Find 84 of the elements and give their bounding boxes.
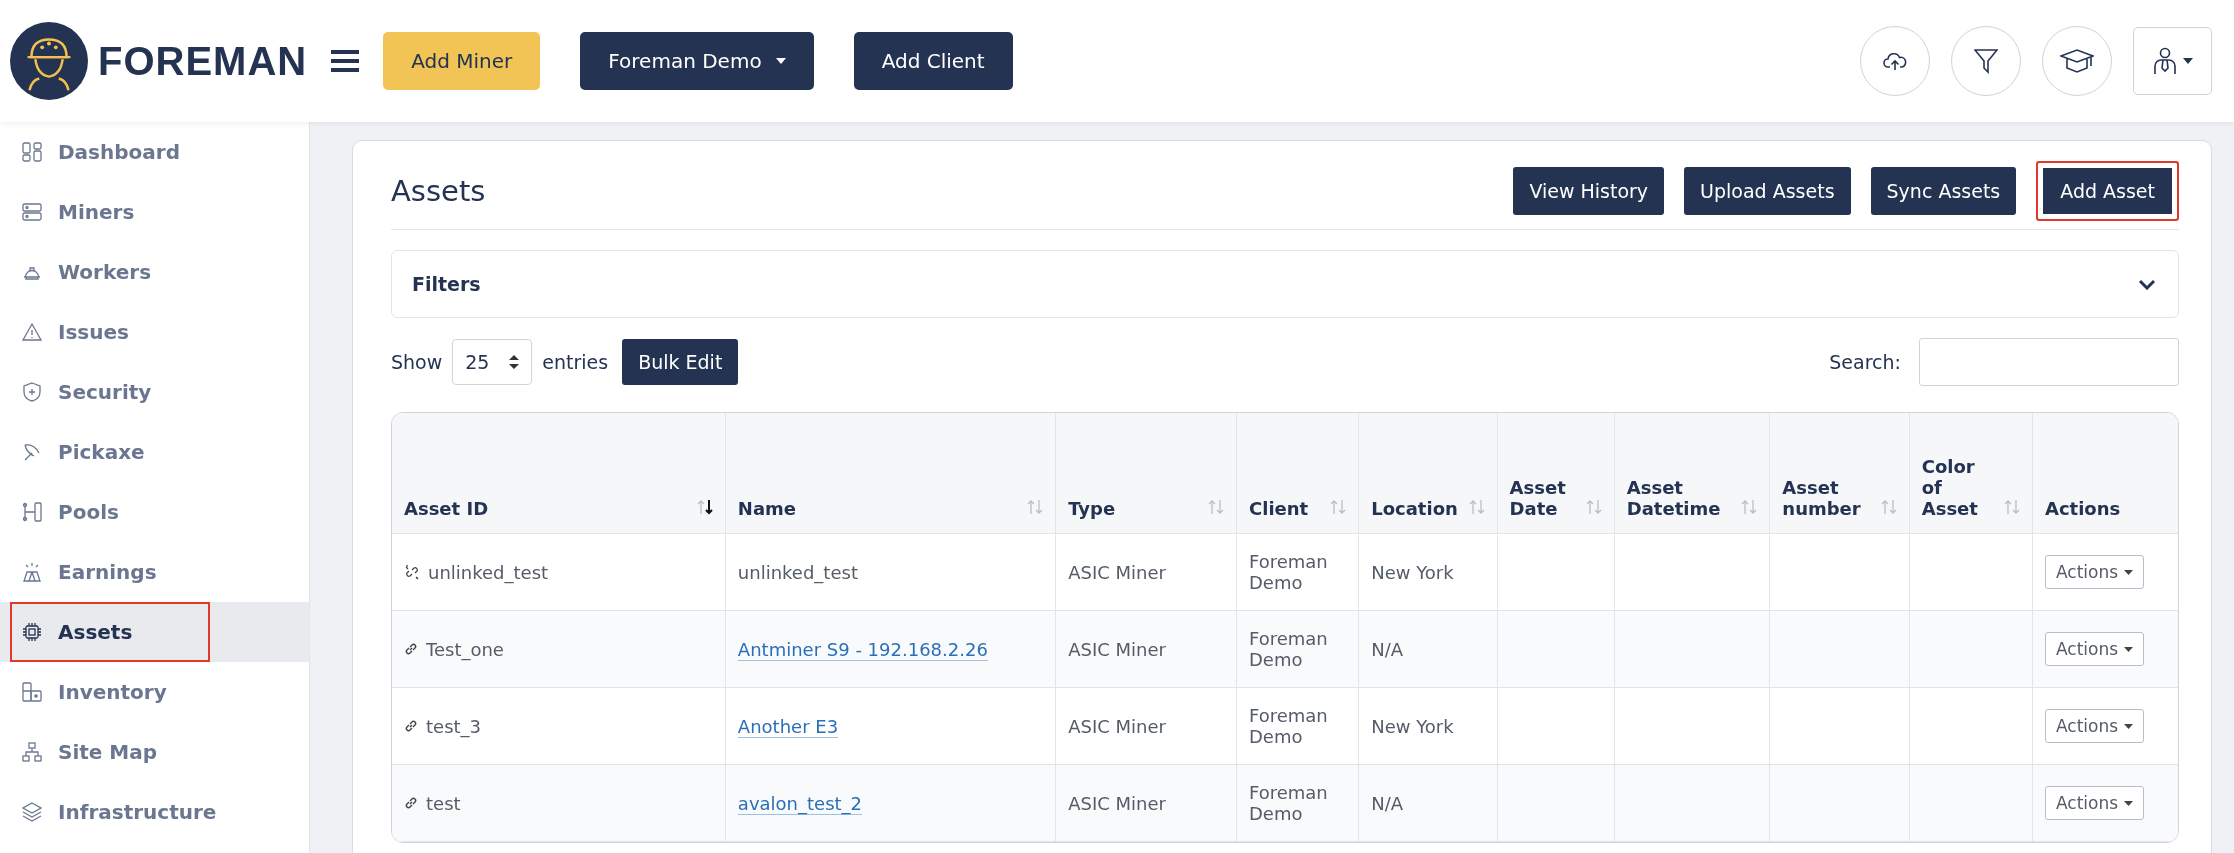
bulk-edit-button[interactable]: Bulk Edit: [622, 339, 739, 385]
actions-dropdown[interactable]: Actions: [2044, 709, 2145, 743]
column-header[interactable]: Name: [737, 498, 797, 519]
sidebar-item[interactable]: Workers: [0, 242, 309, 302]
chevron-icon: [2138, 278, 2156, 290]
table-cell: N/A: [1371, 638, 1404, 660]
actions-dropdown[interactable]: Actions: [2044, 786, 2145, 820]
filters-panel[interactable]: Filters: [391, 250, 2179, 318]
sidebar-item[interactable]: Dashboard: [0, 122, 309, 182]
table-cell: test: [426, 792, 461, 814]
brand-name: FOREMAN: [98, 38, 308, 84]
search-field[interactable]: [1919, 338, 2179, 386]
table-cell: unlinked_test: [737, 561, 858, 583]
table-cell: test_3: [426, 715, 482, 737]
layers-icon: [22, 802, 42, 822]
table-cell: ASIC Miner: [1068, 638, 1166, 660]
table-cell: N/A: [1371, 792, 1404, 814]
pickaxe-icon: [22, 442, 42, 462]
warning-icon: [22, 322, 42, 342]
sort-arrows-icon: [509, 355, 520, 369]
shield-icon: [22, 382, 42, 402]
actions-dropdown[interactable]: Actions: [2044, 632, 2145, 666]
column-header[interactable]: Client: [1249, 498, 1309, 519]
column-header[interactable]: Type: [1068, 498, 1116, 519]
graduation-cap-icon: [2060, 48, 2094, 74]
toolbar-button[interactable]: Upload Assets: [1684, 167, 1851, 215]
page-title: Assets: [391, 174, 486, 208]
table-cell-text: Foreman Demo: [1249, 705, 1329, 747]
sidebar-item[interactable]: Pickaxe: [0, 422, 309, 482]
caret-icon: [775, 58, 786, 64]
sidebar-item[interactable]: Security: [0, 362, 309, 422]
table-cell: ASIC Miner: [1068, 792, 1166, 814]
page-size-select[interactable]: 25: [452, 339, 533, 385]
dashboard-icon: [22, 142, 42, 162]
table-cell: New York: [1371, 561, 1454, 583]
server-icon: [22, 202, 42, 222]
miner-link[interactable]: Another E3: [737, 715, 839, 738]
show-label: Show: [391, 351, 443, 373]
sitemap-icon: [22, 742, 42, 762]
actions-dropdown[interactable]: Actions: [2044, 555, 2145, 589]
filter-icon: [1974, 48, 1998, 74]
sidebar-item[interactable]: Infrastructure: [0, 782, 309, 842]
toolbar-button[interactable]: Sync Assets: [1870, 167, 2017, 215]
menu-icon[interactable]: [331, 50, 360, 72]
ingots-icon: [22, 562, 42, 582]
toolbar-button[interactable]: View History: [1513, 167, 1665, 215]
sidebar-item[interactable]: Assets: [0, 602, 309, 662]
table-cell: unlinked_test: [428, 561, 549, 583]
add-client-button[interactable]: Add Client: [853, 32, 1013, 90]
pools-icon: [22, 502, 42, 522]
sidebar-item[interactable]: Earnings: [0, 542, 309, 602]
caret-icon: [2124, 646, 2134, 652]
organization-dropdown[interactable]: Foreman Demo: [580, 32, 814, 90]
cloud-upload-icon: [1883, 50, 1907, 72]
toolbar-button[interactable]: Add Asset: [2036, 161, 2179, 221]
miner-link[interactable]: avalon_test_2: [737, 792, 862, 815]
chip-icon: [22, 622, 42, 642]
column-header[interactable]: Location: [1371, 498, 1458, 519]
user-menu-button[interactable]: [2133, 27, 2212, 95]
caret-icon: [2182, 58, 2193, 64]
sort-icon[interactable]: [696, 499, 713, 515]
caret-icon: [2124, 800, 2134, 806]
sidebar-item[interactable]: Inventory: [0, 662, 309, 722]
boxes-icon: [22, 682, 42, 702]
sidebar-item[interactable]: Issues: [0, 302, 309, 362]
column-header[interactable]: Asset ID: [404, 498, 489, 519]
user-icon: [2152, 47, 2177, 75]
table-cell: Test_one: [426, 638, 504, 660]
table-cell-text: Foreman Demo: [1249, 628, 1329, 670]
search-label: Search:: [1829, 351, 1901, 373]
table-cell-text: Foreman Demo: [1249, 551, 1329, 593]
table-cell: New York: [1371, 715, 1454, 737]
caret-icon: [2124, 723, 2134, 729]
column-header[interactable]: Actions: [2044, 498, 2121, 519]
entries-label: entries: [542, 351, 609, 373]
logo-icon: [10, 22, 88, 100]
sidebar-item[interactable]: Miners: [0, 182, 309, 242]
add-miner-button[interactable]: Add Miner: [383, 32, 541, 90]
table-cell: ASIC Miner: [1068, 561, 1166, 583]
table-cell: ASIC Miner: [1068, 715, 1166, 737]
sidebar-item[interactable]: Site Map: [0, 722, 309, 782]
table-cell-text: Foreman Demo: [1249, 782, 1329, 824]
caret-icon: [2124, 569, 2134, 575]
sidebar-item[interactable]: Pools: [0, 482, 309, 542]
